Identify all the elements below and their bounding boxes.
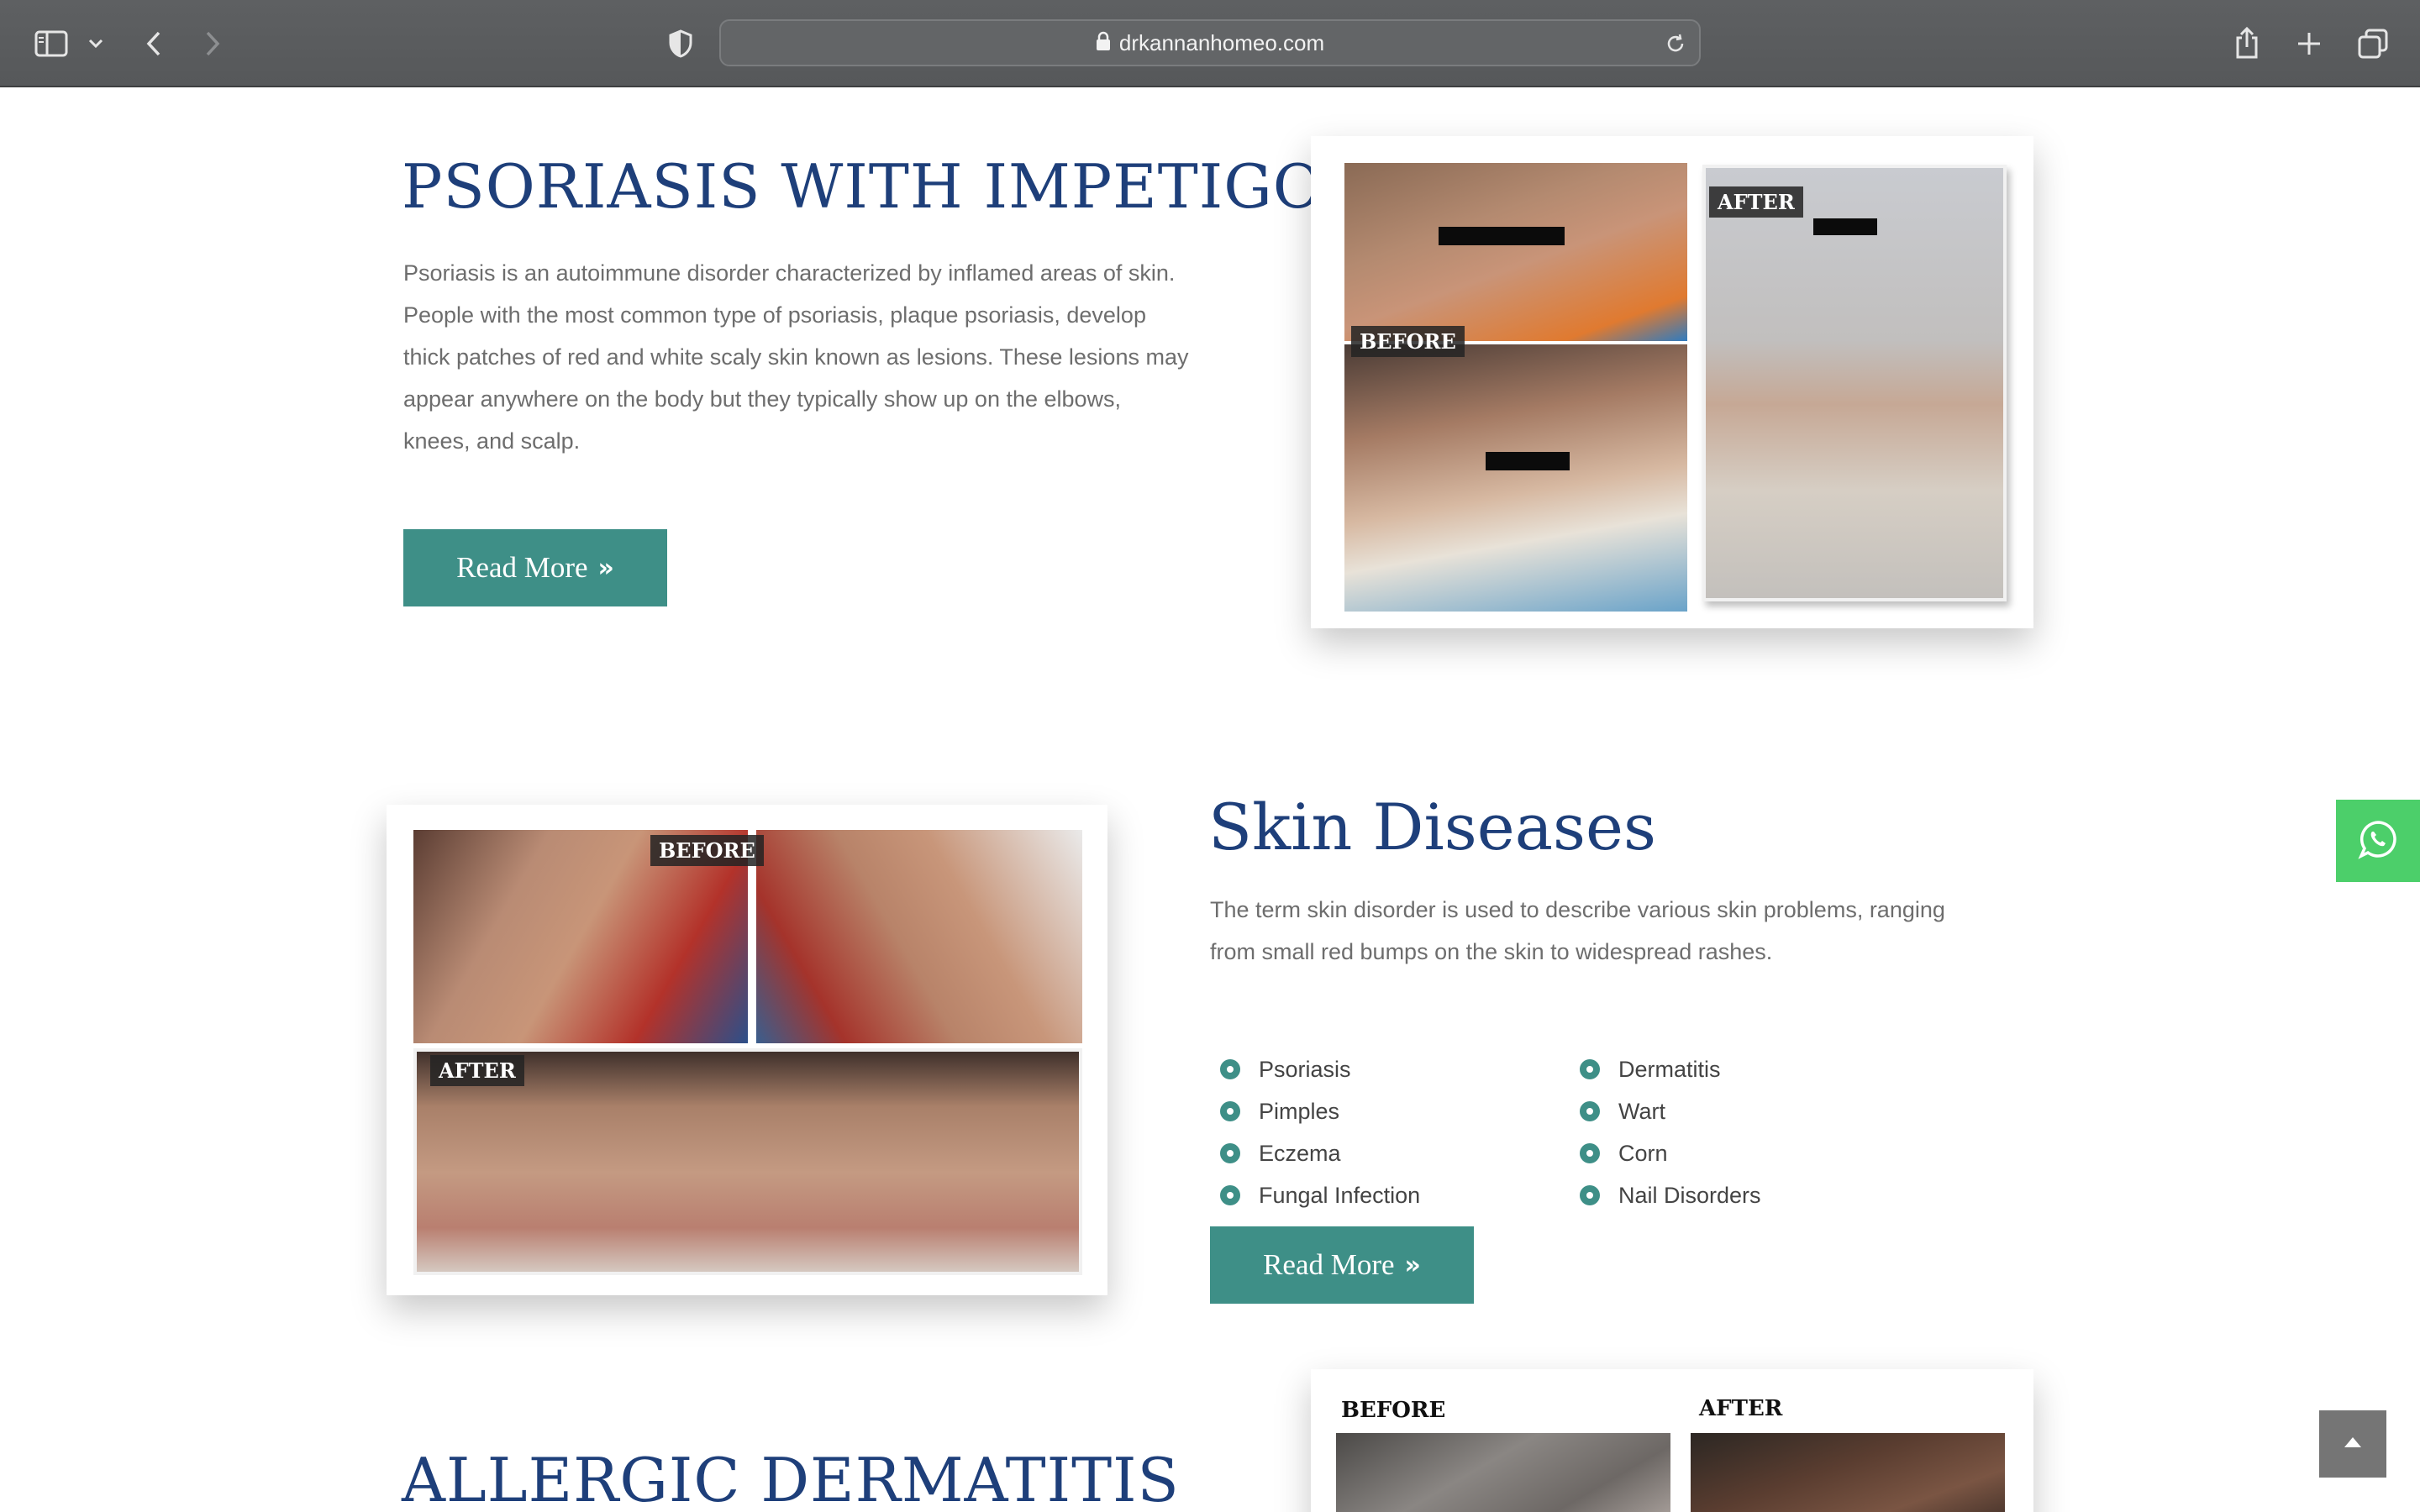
read-more-label: Read More (1263, 1248, 1395, 1281)
bullet-icon (1580, 1101, 1600, 1121)
forward-icon[interactable] (198, 27, 227, 60)
privacy-bar (1439, 227, 1565, 245)
url-text: drkannanhomeo.com (1118, 29, 1325, 55)
share-icon[interactable] (2230, 24, 2264, 62)
double-chevron-right-icon: » (597, 553, 614, 583)
section-text-psoriasis: Psoriasis is an autoimmune disorder char… (403, 260, 1189, 454)
read-more-button-psoriasis[interactable]: Read More » (403, 529, 667, 606)
whatsapp-icon (2358, 819, 2398, 864)
bullet-icon (1580, 1185, 1600, 1205)
whatsapp-button[interactable] (2336, 800, 2420, 882)
skin-diseases-list-right: Dermatitis Wart Corn Nail Disorders (1580, 1048, 1761, 1216)
after-photo (1691, 1433, 2005, 1512)
section-text-skin: The term skin disorder is used to descri… (1210, 897, 1945, 964)
reload-icon[interactable] (1664, 32, 1687, 60)
bullet-icon (1580, 1143, 1600, 1163)
tabs-icon[interactable] (2354, 25, 2391, 62)
before-photo-face (1344, 163, 1687, 341)
list-item: Pimples (1220, 1090, 1420, 1132)
before-tag: BEFORE (1341, 1398, 1446, 1423)
section-title-skin: Skin Diseases (1208, 790, 1657, 864)
bullet-icon (1580, 1059, 1600, 1079)
read-more-button-skin[interactable]: Read More » (1210, 1226, 1474, 1304)
before-after-image-allergic: BEFORE AFTER (1311, 1369, 2033, 1512)
list-item: Nail Disorders (1580, 1174, 1761, 1216)
before-photo-body (1344, 344, 1687, 612)
after-photo (1702, 165, 2007, 601)
before-after-image-skin: BEFORE AFTER (387, 805, 1107, 1295)
before-photo-right (756, 830, 1082, 1043)
section-title-allergic: ALLERGIC DERMATITIS (402, 1445, 1180, 1512)
section-title-psoriasis: PSORIASIS WITH IMPETIGO (402, 151, 1323, 222)
list-item: Fungal Infection (1220, 1174, 1420, 1216)
bullet-icon (1220, 1143, 1240, 1163)
back-icon[interactable] (139, 27, 168, 60)
list-item: Dermatitis (1580, 1048, 1761, 1090)
address-bar[interactable]: drkannanhomeo.com (719, 19, 1701, 66)
after-tag: AFTER (430, 1055, 524, 1086)
bullet-icon (1220, 1185, 1240, 1205)
sidebar-icon[interactable] (32, 27, 71, 60)
read-more-label: Read More (456, 551, 588, 584)
list-item: Corn (1580, 1132, 1761, 1174)
scroll-to-top-button[interactable] (2319, 1410, 2386, 1478)
list-item: Wart (1580, 1090, 1761, 1132)
after-tag: AFTER (1699, 1396, 1783, 1421)
privacy-bar (1486, 452, 1570, 470)
double-chevron-right-icon: » (1404, 1250, 1421, 1280)
before-photo (1336, 1433, 1670, 1512)
shield-icon[interactable] (666, 27, 696, 60)
before-tag: BEFORE (1351, 326, 1465, 357)
after-tag: AFTER (1709, 186, 1803, 218)
lock-icon (1096, 31, 1111, 55)
chevron-down-icon[interactable] (84, 32, 108, 55)
before-after-image-psoriasis: BEFORE AFTER (1311, 136, 2033, 628)
skin-diseases-list-left: Psoriasis Pimples Eczema Fungal Infectio… (1220, 1048, 1420, 1216)
bullet-icon (1220, 1059, 1240, 1079)
chevron-up-icon (2343, 1436, 2363, 1453)
before-tag: BEFORE (650, 835, 764, 866)
privacy-bar (1813, 218, 1877, 235)
plus-icon[interactable] (2292, 27, 2326, 60)
list-item: Eczema (1220, 1132, 1420, 1174)
browser-toolbar: drkannanhomeo.com (0, 0, 2420, 87)
list-item: Psoriasis (1220, 1048, 1420, 1090)
bullet-icon (1220, 1101, 1240, 1121)
